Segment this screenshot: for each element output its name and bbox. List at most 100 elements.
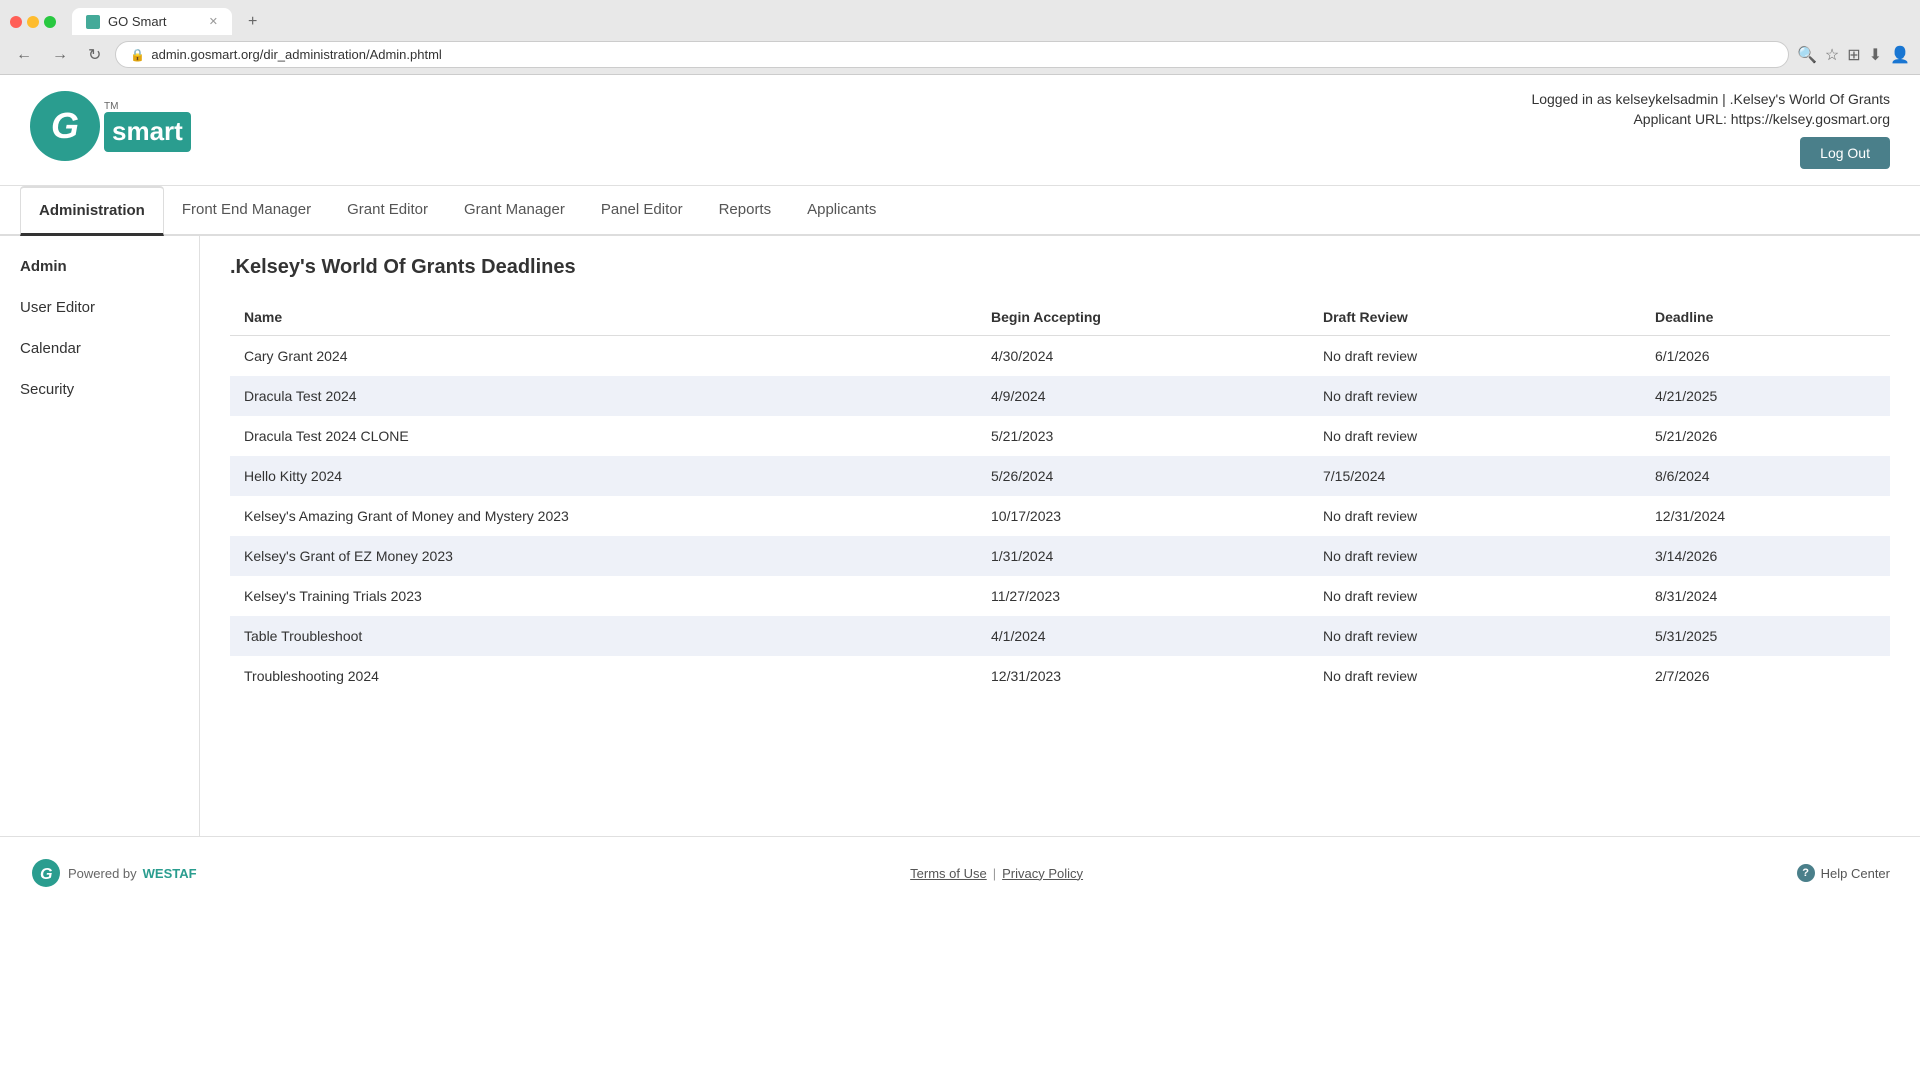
zoom-icon[interactable]: 🔍: [1797, 45, 1817, 65]
footer-logo-icon: G: [30, 857, 62, 889]
cell-name: Troubleshooting 2024: [230, 656, 977, 696]
browser-chrome: GO Smart ✕ + ← → ↻ 🔒 admin.gosmart.org/d…: [0, 0, 1920, 75]
tab-grant-manager[interactable]: Grant Manager: [446, 187, 583, 235]
new-tab-button[interactable]: +: [240, 9, 265, 35]
tab-applicants[interactable]: Applicants: [789, 187, 894, 235]
tab-front-end-manager[interactable]: Front End Manager: [164, 187, 329, 235]
logo: G TM smart: [30, 91, 191, 161]
forward-button[interactable]: →: [46, 44, 74, 66]
col-header-deadline: Deadline: [1641, 299, 1890, 336]
app-header: G TM smart Logged in as kelseykelsadmin …: [0, 75, 1920, 186]
table-row[interactable]: Kelsey's Grant of EZ Money 2023 1/31/202…: [230, 536, 1890, 576]
window-controls: [10, 16, 56, 28]
minimize-dot[interactable]: [27, 16, 39, 28]
cell-deadline: 12/31/2024: [1641, 496, 1890, 536]
sidebar-item-admin[interactable]: Admin: [0, 246, 199, 287]
tab-close-icon[interactable]: ✕: [209, 15, 218, 28]
cell-begin-accepting: 12/31/2023: [977, 656, 1309, 696]
privacy-policy-link[interactable]: Privacy Policy: [1002, 866, 1083, 881]
reload-button[interactable]: ↻: [82, 43, 107, 67]
cell-draft-review: No draft review: [1309, 576, 1641, 616]
cell-deadline: 5/21/2026: [1641, 416, 1890, 456]
col-header-draft: Draft Review: [1309, 299, 1641, 336]
browser-tab[interactable]: GO Smart ✕: [72, 8, 232, 35]
footer-left: G Powered by WESTAF: [30, 857, 197, 889]
table-row[interactable]: Dracula Test 2024 4/9/2024 No draft revi…: [230, 376, 1890, 416]
main-content: Admin User Editor Calendar Security .Kel…: [0, 236, 1920, 836]
profile-icon[interactable]: 👤: [1890, 45, 1910, 65]
logo-smart-text: smart: [104, 112, 191, 152]
cell-draft-review: No draft review: [1309, 336, 1641, 377]
cell-name: Hello Kitty 2024: [230, 456, 977, 496]
sidebar-item-security[interactable]: Security: [0, 369, 199, 410]
maximize-dot[interactable]: [44, 16, 56, 28]
cell-name: Kelsey's Grant of EZ Money 2023: [230, 536, 977, 576]
table-header-row: Name Begin Accepting Draft Review Deadli…: [230, 299, 1890, 336]
table-row[interactable]: Cary Grant 2024 4/30/2024 No draft revie…: [230, 336, 1890, 377]
terms-of-use-link[interactable]: Terms of Use: [910, 866, 987, 881]
westaf-label[interactable]: WESTAF: [143, 866, 197, 881]
cell-begin-accepting: 1/31/2024: [977, 536, 1309, 576]
extensions-icon[interactable]: ⊞: [1847, 45, 1860, 65]
cell-draft-review: 7/15/2024: [1309, 456, 1641, 496]
sidebar-item-calendar[interactable]: Calendar: [0, 328, 199, 369]
cell-deadline: 3/14/2026: [1641, 536, 1890, 576]
cell-begin-accepting: 5/21/2023: [977, 416, 1309, 456]
browser-toolbar: ← → ↻ 🔒 admin.gosmart.org/dir_administra…: [0, 35, 1920, 74]
cell-draft-review: No draft review: [1309, 496, 1641, 536]
sidebar: Admin User Editor Calendar Security: [0, 236, 200, 836]
tab-title: GO Smart: [108, 14, 167, 29]
col-header-name: Name: [230, 299, 977, 336]
cell-name: Kelsey's Amazing Grant of Money and Myst…: [230, 496, 977, 536]
table-row[interactable]: Dracula Test 2024 CLONE 5/21/2023 No dra…: [230, 416, 1890, 456]
cell-draft-review: No draft review: [1309, 616, 1641, 656]
cell-draft-review: No draft review: [1309, 376, 1641, 416]
cell-begin-accepting: 4/1/2024: [977, 616, 1309, 656]
close-dot[interactable]: [10, 16, 22, 28]
applicant-url: Applicant URL: https://kelsey.gosmart.or…: [1531, 111, 1890, 127]
header-right: Logged in as kelseykelsadmin | .Kelsey's…: [1531, 91, 1890, 169]
tab-favicon: [86, 15, 100, 29]
logo-tm: TM: [104, 101, 191, 112]
footer-center: Terms of Use | Privacy Policy: [910, 866, 1083, 881]
logout-button[interactable]: Log Out: [1800, 137, 1890, 169]
cell-name: Table Troubleshoot: [230, 616, 977, 656]
tab-reports[interactable]: Reports: [701, 187, 790, 235]
back-button[interactable]: ←: [10, 44, 38, 66]
cell-name: Cary Grant 2024: [230, 336, 977, 377]
lock-icon: 🔒: [130, 48, 145, 62]
table-row[interactable]: Kelsey's Training Trials 2023 11/27/2023…: [230, 576, 1890, 616]
col-header-begin: Begin Accepting: [977, 299, 1309, 336]
table-row[interactable]: Kelsey's Amazing Grant of Money and Myst…: [230, 496, 1890, 536]
help-center-label[interactable]: Help Center: [1821, 866, 1890, 881]
tab-panel-editor[interactable]: Panel Editor: [583, 187, 701, 235]
tab-grant-editor[interactable]: Grant Editor: [329, 187, 446, 235]
page-title: .Kelsey's World Of Grants Deadlines: [230, 256, 1890, 279]
cell-begin-accepting: 5/26/2024: [977, 456, 1309, 496]
cell-name: Kelsey's Training Trials 2023: [230, 576, 977, 616]
cell-draft-review: No draft review: [1309, 416, 1641, 456]
url-bar[interactable]: 🔒 admin.gosmart.org/dir_administration/A…: [115, 41, 1789, 68]
nav-tabs: Administration Front End Manager Grant E…: [0, 186, 1920, 236]
cell-deadline: 5/31/2025: [1641, 616, 1890, 656]
downloads-icon[interactable]: ⬇: [1869, 45, 1882, 65]
table-row[interactable]: Hello Kitty 2024 5/26/2024 7/15/2024 8/6…: [230, 456, 1890, 496]
svg-text:G: G: [40, 866, 52, 883]
cell-begin-accepting: 11/27/2023: [977, 576, 1309, 616]
powered-by-label: Powered by: [68, 866, 137, 881]
logged-in-text: Logged in as kelseykelsadmin | .Kelsey's…: [1531, 91, 1890, 107]
cell-name: Dracula Test 2024: [230, 376, 977, 416]
footer: G Powered by WESTAF Terms of Use | Priva…: [0, 836, 1920, 909]
cell-deadline: 8/31/2024: [1641, 576, 1890, 616]
tab-administration[interactable]: Administration: [20, 186, 164, 236]
table-row[interactable]: Troubleshooting 2024 12/31/2023 No draft…: [230, 656, 1890, 696]
footer-separator: |: [993, 866, 996, 881]
url-text: admin.gosmart.org/dir_administration/Adm…: [151, 47, 441, 62]
table-row[interactable]: Table Troubleshoot 4/1/2024 No draft rev…: [230, 616, 1890, 656]
cell-begin-accepting: 4/9/2024: [977, 376, 1309, 416]
sidebar-item-user-editor[interactable]: User Editor: [0, 287, 199, 328]
bookmark-icon[interactable]: ☆: [1825, 45, 1839, 65]
cell-draft-review: No draft review: [1309, 656, 1641, 696]
browser-action-icons: 🔍 ☆ ⊞ ⬇ 👤: [1797, 45, 1910, 65]
footer-right[interactable]: ? Help Center: [1797, 864, 1890, 882]
